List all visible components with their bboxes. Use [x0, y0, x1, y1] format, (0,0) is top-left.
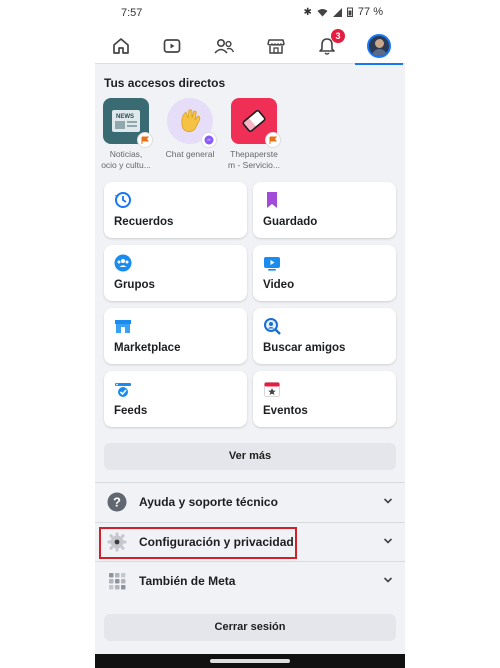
home-icon[interactable] — [107, 32, 135, 60]
memories-icon — [115, 192, 131, 208]
video-icon — [264, 257, 280, 271]
shortcut-chat[interactable]: Chat general — [155, 98, 225, 160]
find-friends-icon — [264, 318, 281, 335]
card-label: Feeds — [114, 405, 148, 417]
wifi-icon — [317, 8, 328, 16]
svg-text:?: ? — [113, 495, 121, 510]
system-navigation-bar — [95, 654, 405, 668]
notifications-icon[interactable]: 3 — [313, 29, 345, 60]
friends-icon[interactable] — [210, 32, 238, 60]
flag-icon — [137, 132, 153, 148]
card-label: Buscar amigos — [263, 342, 346, 354]
svg-text:NEWS: NEWS — [116, 114, 134, 120]
shortcuts-title: Tus accesos directos — [104, 76, 226, 90]
shortcut-news[interactable]: NEWS Noticias, ocio y cultu... — [95, 98, 161, 171]
avatar — [367, 34, 391, 58]
help-icon: ? — [107, 492, 127, 512]
shortcut-label: Thepaperste m - Servicio... — [228, 149, 280, 170]
status-bar: 7:57 ✱ 77 % — [95, 0, 405, 26]
card-eventos[interactable]: Eventos — [253, 371, 396, 427]
status-icons: ✱ 77 % — [304, 6, 383, 18]
shortcut-thepaperstem[interactable]: Thepaperste m - Servicio... — [219, 98, 289, 171]
chevron-down-icon — [383, 538, 393, 544]
news-icon: NEWS — [103, 98, 153, 148]
top-navigation: 3 — [95, 26, 405, 65]
messenger-icon — [201, 132, 217, 148]
card-label: Recuerdos — [114, 216, 174, 228]
card-buscar-amigos[interactable]: Buscar amigos — [253, 308, 396, 364]
battery-icon — [346, 7, 353, 17]
shortcut-label: Noticias, ocio y cultu... — [101, 149, 151, 170]
marketplace-icon — [115, 320, 131, 333]
status-time: 7:57 — [121, 7, 143, 19]
watch-icon[interactable] — [158, 32, 186, 60]
shortcut-label: Chat general — [165, 149, 215, 159]
chevron-down-icon — [383, 498, 393, 504]
row-label: Ayuda y soporte técnico — [139, 495, 278, 509]
row-help-support[interactable]: ? Ayuda y soporte técnico — [95, 483, 405, 521]
card-marketplace[interactable]: Marketplace — [104, 308, 247, 364]
chevron-down-icon — [383, 577, 393, 583]
phone-screen: 7:57 ✱ 77 % 3 Tus accesos directos NEWS … — [95, 0, 405, 668]
events-icon — [264, 382, 280, 397]
row-label: También de Meta — [139, 574, 236, 588]
see-more-button[interactable]: Ver más — [104, 443, 396, 470]
feeds-icon — [115, 383, 131, 397]
home-gesture-pill[interactable] — [210, 659, 290, 663]
card-label: Grupos — [114, 279, 155, 291]
card-recuerdos[interactable]: Recuerdos — [104, 182, 247, 238]
signal-icon — [332, 7, 342, 17]
meta-grid-icon — [109, 573, 126, 590]
marketplace-icon[interactable] — [262, 32, 290, 60]
eraser-icon — [231, 98, 281, 148]
row-also-from-meta[interactable]: También de Meta — [95, 562, 405, 600]
flag-icon — [265, 132, 281, 148]
card-label: Marketplace — [114, 342, 181, 354]
card-feeds[interactable]: Feeds — [104, 371, 247, 427]
groups-icon — [114, 254, 132, 272]
card-video[interactable]: Video — [253, 245, 396, 301]
battery-percent: 77 % — [357, 6, 383, 18]
card-grupos[interactable]: Grupos — [104, 245, 247, 301]
wave-hand-icon — [167, 98, 217, 148]
logout-button[interactable]: Cerrar sesión — [104, 614, 396, 641]
card-guardado[interactable]: Guardado — [253, 182, 396, 238]
card-label: Guardado — [263, 216, 318, 228]
saved-icon — [267, 192, 277, 208]
menu-avatar[interactable] — [355, 32, 403, 65]
notification-badge: 3 — [331, 29, 345, 43]
card-label: Eventos — [263, 405, 308, 417]
card-label: Video — [263, 279, 295, 291]
bluetooth-icon: ✱ — [303, 6, 312, 18]
highlight-box — [99, 527, 297, 559]
